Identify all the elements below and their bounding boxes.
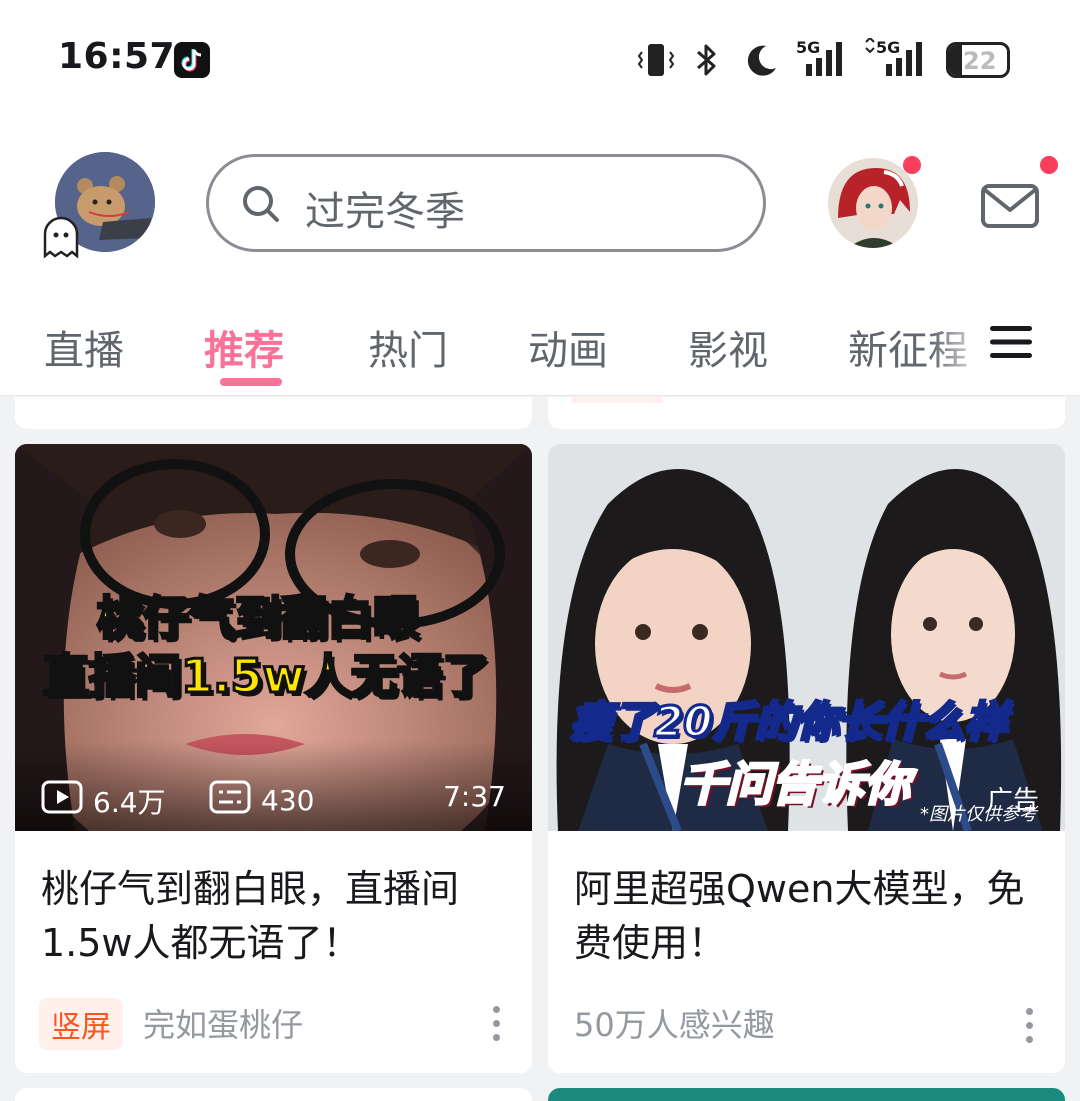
ad-thumbnail: 瘦了20斤的你长什么样 千问告诉你 *图片仅供参考 广告	[548, 444, 1065, 831]
tab-anime[interactable]: 动画	[528, 318, 608, 376]
more-options-icon[interactable]	[491, 1006, 501, 1046]
previous-card-badge	[572, 397, 662, 403]
clock: 16:57	[58, 36, 176, 77]
tab-menu-icon[interactable]	[990, 324, 1032, 360]
ad-caption-line1: 瘦了20斤的你长什么样	[568, 696, 1007, 748]
next-card-right[interactable]	[548, 1088, 1065, 1101]
view-count-value: 6.4万	[93, 785, 166, 819]
battery-percentage: 22	[963, 47, 997, 75]
danmaku-count-value: 430	[261, 784, 315, 817]
ad-interest-count: 50万人感兴趣	[574, 1006, 775, 1044]
thumbnail-caption-line1: 桃仔气到翻白眼	[96, 590, 421, 647]
view-count: 6.4万	[41, 780, 166, 821]
uploader-name[interactable]: 完如蛋桃仔	[143, 1000, 303, 1046]
category-tab-bar: 直播 推荐 热门 动画 影视 新征程	[0, 290, 1080, 396]
battery-level-fill	[949, 45, 962, 75]
danmaku-count: 430	[209, 780, 314, 821]
tab-recommended[interactable]: 推荐	[204, 318, 284, 376]
vertical-video-badge: 竖屏	[39, 998, 123, 1050]
top-header: 过完冬季	[0, 120, 1080, 290]
more-options-icon[interactable]	[1024, 1008, 1034, 1048]
tab-film-tv[interactable]: 影视	[688, 318, 768, 376]
video-duration: 7:37	[443, 780, 506, 813]
thumbnail-caption-line2: 直播间1.5w人无语了	[42, 648, 491, 705]
video-thumbnail: 桃仔气到翻白眼 直播间1.5w人无语了 6.4万 430 7:37	[15, 444, 532, 831]
play-count-icon	[41, 780, 83, 821]
tab-overflow-fade	[930, 290, 990, 394]
game-center-avatar[interactable]	[828, 158, 918, 248]
tab-live[interactable]: 直播	[44, 318, 124, 376]
tiktok-notification-icon	[174, 42, 210, 78]
search-icon	[241, 184, 281, 224]
previous-card-right[interactable]	[548, 397, 1065, 429]
cellular-signal-2-icon: 5G	[860, 38, 930, 78]
mail-notification-dot	[1040, 156, 1058, 174]
search-bar[interactable]: 过完冬季	[206, 154, 766, 252]
danmaku-icon	[209, 780, 251, 821]
ad-title: 阿里超强Qwen大模型，免费使用！	[574, 867, 1025, 965]
active-tab-indicator	[220, 378, 282, 386]
next-card-left[interactable]	[15, 1088, 532, 1101]
mail-icon[interactable]	[980, 182, 1040, 230]
ad-caption-line2: 千问告诉你	[679, 756, 912, 813]
previous-card-left[interactable]	[15, 397, 532, 429]
tab-popular[interactable]: 热门	[368, 318, 448, 376]
do-not-disturb-moon-icon	[740, 40, 780, 84]
battery-icon: 22	[946, 42, 1010, 78]
cellular-signal-1-icon: 5G	[796, 38, 846, 78]
video-title: 桃仔气到翻白眼，直播间1.5w人都无语了！	[41, 867, 460, 965]
ad-card[interactable]: 瘦了20斤的你长什么样 千问告诉你 *图片仅供参考 广告 阿里超强Qwen大模型…	[548, 444, 1065, 1073]
game-center-notification-dot	[903, 156, 921, 174]
vibrate-icon	[636, 40, 676, 84]
bluetooth-icon	[692, 40, 722, 84]
ad-label: 广告	[986, 786, 1039, 816]
search-placeholder: 过完冬季	[305, 189, 465, 235]
status-bar: 16:57 5G 5G 22	[0, 0, 1080, 120]
video-card[interactable]: 桃仔气到翻白眼 直播间1.5w人无语了 6.4万 430 7:37 桃仔气到翻白…	[15, 444, 532, 1073]
ghost-mode-icon	[40, 216, 82, 259]
